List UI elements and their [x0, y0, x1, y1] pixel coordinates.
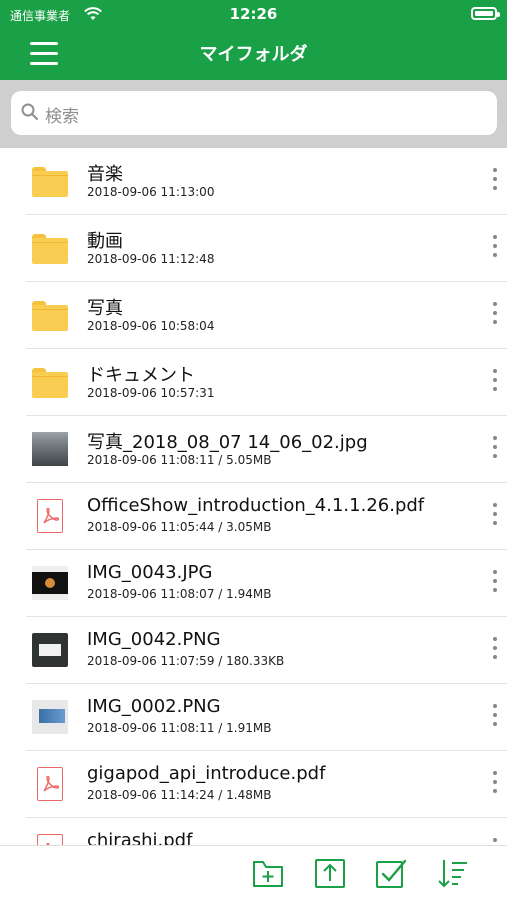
page-title: マイフォルダ	[199, 44, 308, 65]
search-input[interactable]: 検索	[11, 91, 497, 135]
list-item[interactable]: gigapod_api_introduce.pdf 2018-09-06 11:…	[26, 751, 507, 818]
list-item[interactable]: chirashi.pdf	[26, 818, 507, 845]
pdf-icon	[32, 834, 68, 845]
pdf-icon	[32, 767, 68, 801]
battery-icon	[471, 7, 500, 20]
more-icon[interactable]	[491, 838, 499, 845]
folder-icon	[32, 365, 68, 399]
item-name: gigapod_api_introduce.pdf	[87, 763, 326, 784]
clock: 12:26	[229, 5, 278, 23]
image-thumbnail	[32, 432, 68, 466]
more-icon[interactable]	[491, 771, 499, 799]
pdf-icon	[32, 499, 68, 533]
item-name: IMG_0002.PNG	[87, 696, 221, 717]
item-name: 写真_2018_08_07 14_06_02.jpg	[87, 432, 368, 453]
list-item[interactable]: IMG_0002.PNG 2018-09-06 11:08:11 / 1.91M…	[26, 684, 507, 751]
select-icon[interactable]	[374, 856, 408, 890]
list-item[interactable]: 動画 2018-09-06 11:12:48	[26, 215, 507, 282]
more-icon[interactable]	[491, 503, 499, 531]
item-meta: 2018-09-06 11:05:44 / 3.05MB	[87, 520, 272, 534]
bottom-toolbar	[0, 845, 507, 901]
list-item[interactable]: IMG_0043.JPG 2018-09-06 11:08:07 / 1.94M…	[26, 550, 507, 617]
search-icon	[21, 103, 39, 125]
image-thumbnail	[32, 700, 68, 734]
more-icon[interactable]	[491, 235, 499, 263]
search-placeholder: 検索	[45, 107, 79, 127]
item-name: OfficeShow_introduction_4.1.1.26.pdf	[87, 495, 425, 516]
item-meta: 2018-09-06 11:13:00	[87, 185, 215, 199]
item-meta: 2018-09-06 10:58:04	[87, 319, 215, 333]
item-meta: 2018-09-06 11:14:24 / 1.48MB	[87, 788, 272, 802]
list-item[interactable]: 写真_2018_08_07 14_06_02.jpg 2018-09-06 11…	[26, 416, 507, 483]
item-meta: 2018-09-06 11:07:59 / 180.33KB	[87, 654, 285, 668]
item-name: 動画	[87, 231, 123, 252]
folder-icon	[32, 164, 68, 198]
item-meta: 2018-09-06 11:08:11 / 1.91MB	[87, 721, 272, 735]
more-icon[interactable]	[491, 302, 499, 330]
list-item[interactable]: 写真 2018-09-06 10:58:04	[26, 282, 507, 349]
list-item[interactable]: OfficeShow_introduction_4.1.1.26.pdf 201…	[26, 483, 507, 550]
nav-bar: マイフォルダ	[0, 30, 507, 80]
item-name: 写真	[87, 298, 123, 319]
sort-icon[interactable]	[436, 856, 470, 890]
more-icon[interactable]	[491, 168, 499, 196]
item-name: chirashi.pdf	[87, 830, 193, 845]
item-meta: 2018-09-06 10:57:31	[87, 386, 215, 400]
folder-icon	[32, 231, 68, 265]
item-name: IMG_0043.JPG	[87, 562, 213, 583]
list-item[interactable]: 音楽 2018-09-06 11:13:00	[26, 148, 507, 215]
item-meta: 2018-09-06 11:12:48	[87, 252, 215, 266]
item-name: IMG_0042.PNG	[87, 629, 221, 650]
more-icon[interactable]	[491, 570, 499, 598]
item-meta: 2018-09-06 11:08:11 / 5.05MB	[87, 453, 272, 467]
upload-icon[interactable]	[313, 856, 347, 890]
more-icon[interactable]	[491, 369, 499, 397]
item-name: ドキュメント	[87, 365, 195, 386]
new-folder-icon[interactable]	[251, 856, 285, 890]
status-bar: 通信事業者 12:26	[0, 0, 507, 30]
file-list: 音楽 2018-09-06 11:13:00 動画 2018-09-06 11:…	[0, 148, 507, 845]
folder-icon	[32, 298, 68, 332]
list-item[interactable]: IMG_0042.PNG 2018-09-06 11:07:59 / 180.3…	[26, 617, 507, 684]
list-item[interactable]: ドキュメント 2018-09-06 10:57:31	[26, 349, 507, 416]
more-icon[interactable]	[491, 704, 499, 732]
search-bar: 検索	[0, 80, 507, 148]
image-thumbnail	[32, 566, 68, 600]
image-thumbnail	[32, 633, 68, 667]
more-icon[interactable]	[491, 637, 499, 665]
more-icon[interactable]	[491, 436, 499, 464]
item-name: 音楽	[87, 164, 123, 185]
item-meta: 2018-09-06 11:08:07 / 1.94MB	[87, 587, 272, 601]
